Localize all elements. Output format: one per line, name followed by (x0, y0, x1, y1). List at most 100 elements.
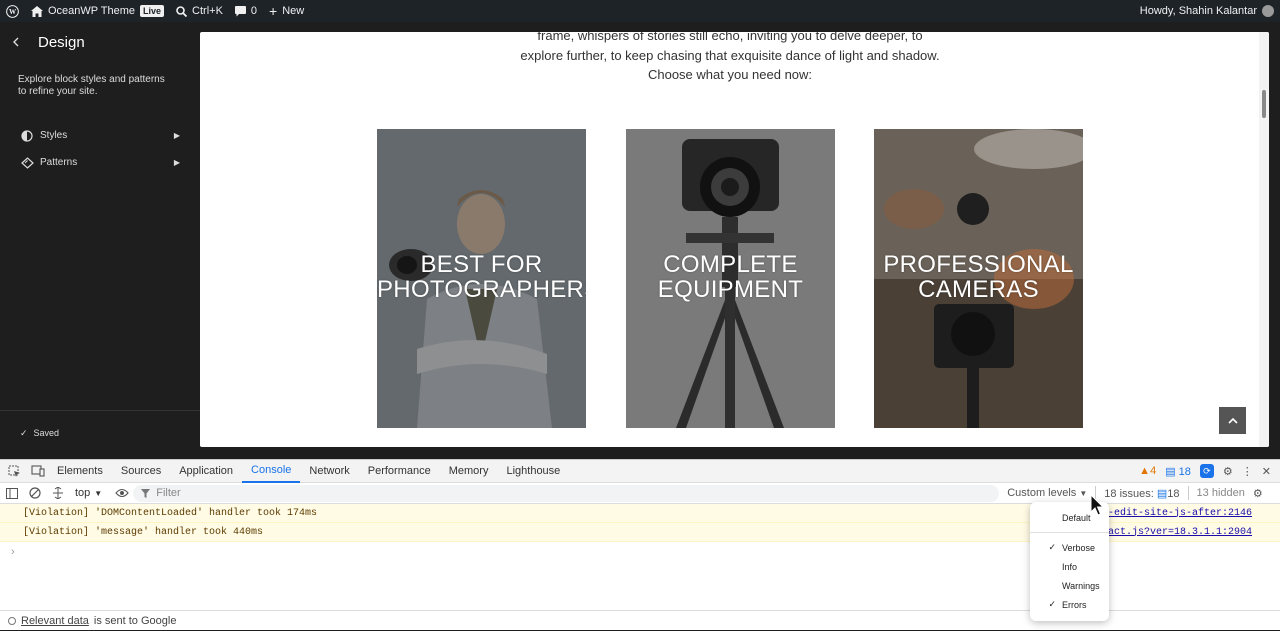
home-icon (31, 5, 43, 17)
avatar (1262, 5, 1274, 17)
shortcut-label: Ctrl+K (192, 5, 223, 17)
card-label: BEST FOR PHOTOGRAPHERS (377, 251, 586, 303)
menu-item-label: Verbose (1062, 542, 1096, 553)
tab-memory[interactable]: Memory (440, 460, 498, 483)
issues-button[interactable]: 18 issues: ▤18 (1104, 487, 1179, 500)
site-name: OceanWP Theme (48, 5, 136, 17)
log-source-link[interactable]: b-edit-site-js-after:2146 (1102, 508, 1280, 519)
dropdown-arrow-icon: ▼ (1079, 489, 1088, 498)
scroll-to-top-button[interactable] (1219, 407, 1246, 434)
account-menu[interactable]: Howdy, Shahin Kalantar (1134, 0, 1280, 22)
sidebar-item-patterns[interactable]: Patterns ▶ (0, 149, 200, 176)
tab-sources[interactable]: Sources (112, 460, 170, 483)
save-status: ✓ Saved (20, 428, 59, 439)
context-value: top (75, 487, 91, 499)
design-sidebar: Design Explore block styles and patterns… (0, 22, 200, 459)
menu-item-errors[interactable]: ✓ Errors (1030, 596, 1109, 613)
message-icon: ▤ (1156, 487, 1168, 500)
card-photographers[interactable]: BEST FOR PHOTOGRAPHERS (377, 129, 586, 428)
sidebar-item-label: Patterns (40, 157, 78, 168)
card-label: COMPLETE EQUIPMENT (657, 251, 804, 303)
divider (0, 410, 200, 411)
console-settings-icon[interactable]: ⚙ (1253, 487, 1263, 500)
comment-icon (234, 5, 246, 16)
menu-item-info[interactable]: Info (1030, 558, 1109, 575)
sidebar-toggle-icon[interactable] (0, 487, 23, 499)
settings-icon[interactable]: ⚙ (1223, 465, 1233, 478)
menu-item-label: Errors (1062, 599, 1087, 610)
site-preview[interactable]: frame, whispers of stories still echo, i… (200, 32, 1269, 447)
command-search-button[interactable]: Ctrl+K (170, 0, 229, 22)
patterns-icon (20, 156, 34, 169)
inspect-element-icon[interactable] (4, 465, 24, 478)
tab-lighthouse[interactable]: Lighthouse (497, 460, 569, 483)
site-name-link[interactable]: OceanWP Theme Live (25, 0, 170, 22)
search-icon (176, 5, 188, 17)
back-button[interactable] (12, 34, 26, 50)
menu-item-warnings[interactable]: Warnings (1030, 577, 1109, 594)
menu-item-label: Default (1062, 512, 1091, 523)
check-icon: ✓ (20, 428, 28, 438)
device-toolbar-icon[interactable] (28, 465, 48, 477)
tab-application[interactable]: Application (170, 460, 242, 483)
wordpress-logo-button[interactable]: W (0, 0, 25, 22)
eye-icon[interactable] (110, 488, 133, 498)
info-icon (8, 617, 16, 625)
mouse-cursor-icon (1090, 494, 1104, 516)
intro-paragraph: frame, whispers of stories still echo, i… (520, 32, 940, 82)
console-toolbar-right: Custom levels ▼ 18 issues: ▤18 13 hidden… (1007, 486, 1263, 500)
preview-scrollbar[interactable] (1259, 32, 1269, 447)
tab-elements[interactable]: Elements (48, 460, 112, 483)
log-levels-dropdown[interactable]: Custom levels ▼ (1007, 487, 1087, 499)
tabbar-right: ▲4 ▤ 18 ⟳ ⚙ ⋮ ✕ (1139, 464, 1280, 478)
sidebar-description: Explore block styles and patterns to ref… (18, 74, 165, 97)
filter-input[interactable]: Filter (133, 484, 1000, 502)
saved-label: Saved (33, 428, 60, 438)
chevron-right-icon: ▶ (173, 131, 180, 140)
issues-count: 18 (1167, 487, 1180, 500)
clear-console-icon[interactable] (23, 487, 46, 499)
issues-label: 18 issues: (1104, 487, 1154, 500)
log-source-link[interactable]: react.js?ver=18.3.1.1:2904 (1096, 527, 1280, 538)
message-counter[interactable]: ▤ 18 (1165, 465, 1191, 478)
styles-icon (20, 129, 34, 142)
more-options-icon[interactable]: ⋮ (1242, 465, 1253, 478)
message-icon: ▤ (1165, 465, 1176, 478)
log-levels-menu: Default ✓ Verbose Info Warnings ✓ Errors (1030, 502, 1109, 621)
menu-item-label: Warnings (1062, 580, 1100, 591)
live-badge: Live (140, 5, 165, 17)
sidebar-nav: Styles ▶ Patterns ▶ (0, 122, 200, 176)
tab-network[interactable]: Network (300, 460, 358, 483)
sidebar-item-styles[interactable]: Styles ▶ (0, 122, 200, 149)
context-selector[interactable]: top ▼ (75, 487, 102, 499)
warning-icon: ▲ (1139, 465, 1151, 477)
comments-link[interactable]: 0 (229, 0, 263, 22)
log-message: [Violation] 'message' handler took 440ms (23, 526, 264, 538)
comments-count: 0 (250, 5, 258, 17)
card-cameras[interactable]: PROFESSIONAL CAMERAS (874, 129, 1083, 428)
tab-console[interactable]: Console (242, 460, 301, 483)
devtools-tabbar: Elements Sources Application Console Net… (0, 460, 1280, 483)
new-content-button[interactable]: + New (263, 0, 310, 22)
console-toolbar: top ▼ Filter Custom levels ▼ 18 issues: … (0, 483, 1280, 504)
svg-text:W: W (9, 8, 17, 16)
new-label: New (282, 5, 305, 17)
log-message: [Violation] 'DOMContentLoaded' handler t… (23, 507, 318, 519)
sidebar-item-label: Styles (40, 130, 68, 141)
wordpress-icon: W (6, 4, 19, 18)
sidebar-title: Design (38, 33, 85, 51)
scrollbar-thumb[interactable] (1262, 90, 1266, 118)
log-levels-label: Custom levels (1007, 487, 1077, 499)
relevant-data-link[interactable]: Relevant data (21, 615, 89, 627)
card-equipment[interactable]: COMPLETE EQUIPMENT (626, 129, 835, 428)
chevron-up-icon (1227, 417, 1238, 424)
card-label: PROFESSIONAL CAMERAS (883, 251, 1074, 303)
warning-counter[interactable]: ▲4 (1139, 465, 1156, 477)
divider (1187, 486, 1189, 500)
sync-icon[interactable]: ⟳ (1199, 464, 1214, 478)
tab-performance[interactable]: Performance (359, 460, 440, 483)
sidebar-header: Design (0, 22, 200, 62)
close-icon[interactable]: ✕ (1262, 465, 1271, 478)
create-live-expression-icon[interactable] (46, 487, 69, 499)
menu-item-verbose[interactable]: ✓ Verbose (1030, 539, 1109, 556)
